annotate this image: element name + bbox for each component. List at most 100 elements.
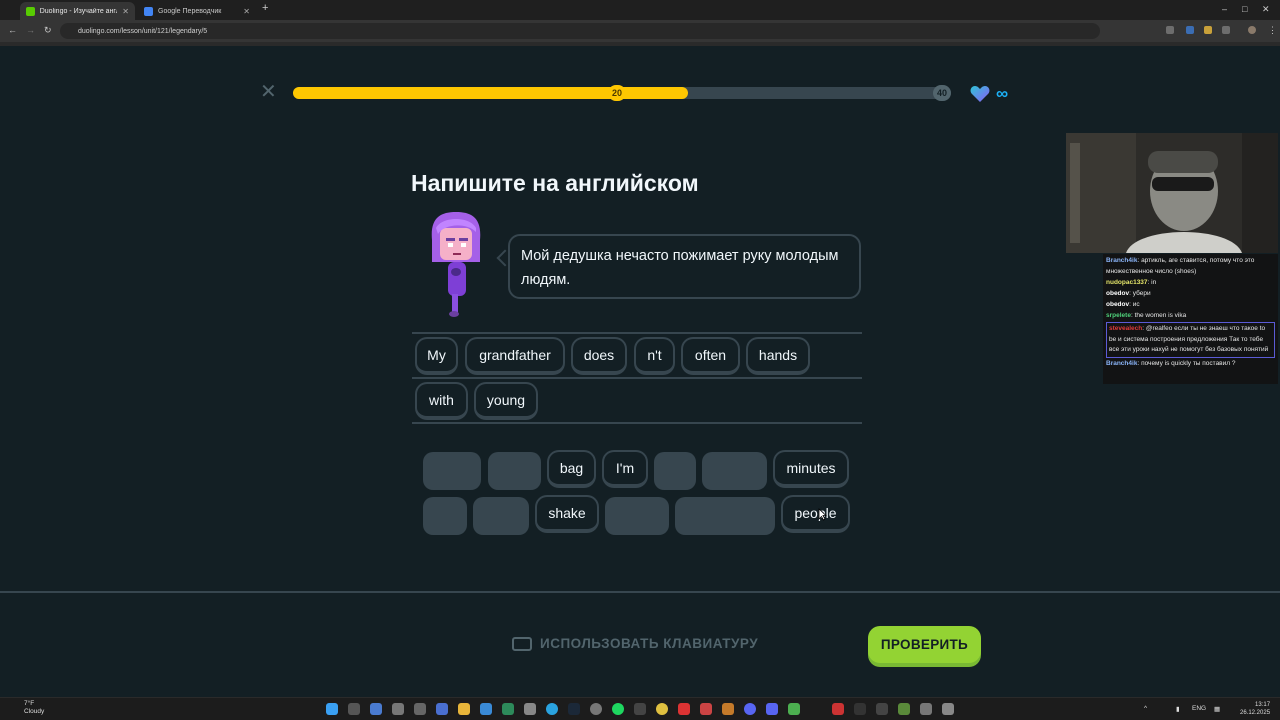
discord-icon[interactable] xyxy=(766,703,778,715)
bank-word-chip[interactable]: shake xyxy=(535,495,599,533)
chat-username: obedov xyxy=(1106,289,1130,297)
minecraft-icon[interactable] xyxy=(788,703,800,715)
progress-marker-goal: 40 xyxy=(933,85,951,101)
answer-word-chip[interactable]: grandfather xyxy=(465,337,565,375)
chat-text: ис xyxy=(1132,300,1140,308)
app-taskbar-icon[interactable] xyxy=(832,703,844,715)
weather-widget[interactable]: 7°F Cloudy xyxy=(8,700,44,716)
app-taskbar-icon[interactable] xyxy=(634,703,646,715)
used-word-slot xyxy=(423,452,481,490)
maximize-icon[interactable]: □ xyxy=(1242,4,1247,14)
language-indicator[interactable]: ENG xyxy=(1192,705,1206,712)
used-word-slot xyxy=(473,497,529,535)
progress-fill xyxy=(293,87,688,99)
tab-title: Duolingo - Изучайте англ xyxy=(39,7,118,15)
used-word-slot xyxy=(654,452,696,490)
app-taskbar-icon[interactable] xyxy=(898,703,910,715)
telegram-icon[interactable] xyxy=(546,703,558,715)
microphone-icon[interactable]: ▮ xyxy=(1176,705,1180,713)
search-icon[interactable] xyxy=(348,703,360,715)
tab-google-translate[interactable]: Google Переводчик ✕ xyxy=(138,2,256,20)
heart-icon xyxy=(970,86,990,102)
check-button[interactable]: ПРОВЕРИТЬ xyxy=(868,626,981,663)
close-lesson-icon[interactable]: ✕ xyxy=(260,82,277,102)
app-taskbar-icon[interactable] xyxy=(920,703,932,715)
bank-word-chip[interactable]: minutes xyxy=(773,450,849,488)
chat-username: Branch4ik xyxy=(1106,359,1138,367)
profile-avatar[interactable] xyxy=(1248,26,1256,34)
new-tab-button[interactable]: + xyxy=(262,2,268,14)
app-taskbar-icon[interactable] xyxy=(502,703,514,715)
exercise-title: Напишите на английском xyxy=(411,170,699,196)
close-window-icon[interactable]: ✕ xyxy=(1262,4,1270,15)
close-tab-icon[interactable]: ✕ xyxy=(122,7,129,16)
extensions-puzzle-icon[interactable] xyxy=(1222,26,1230,34)
app-taskbar-icon[interactable] xyxy=(700,703,712,715)
steam-icon[interactable] xyxy=(568,703,580,715)
bank-word-chip[interactable]: bag xyxy=(547,450,596,488)
chat-username: srpelete xyxy=(1106,311,1131,319)
chat-message: obedov: убери xyxy=(1106,289,1275,300)
app-taskbar-icon[interactable] xyxy=(480,703,492,715)
chat-message: stevealech: @realfeo если ты не знаеш чт… xyxy=(1106,322,1275,358)
tab-duolingo[interactable]: Duolingo - Изучайте англ ✕ xyxy=(20,2,135,20)
chrome-icon[interactable] xyxy=(656,703,668,715)
file-explorer-icon[interactable] xyxy=(458,703,470,715)
windows-start-icon[interactable] xyxy=(326,703,338,715)
browser-divider xyxy=(0,42,1280,46)
app-taskbar-icon[interactable] xyxy=(678,703,690,715)
forward-icon[interactable]: → xyxy=(26,25,35,35)
answer-word-chip[interactable]: young xyxy=(474,382,538,420)
app-taskbar-icon[interactable] xyxy=(854,703,866,715)
answer-word-chip[interactable]: often xyxy=(681,337,740,375)
app-taskbar-icon[interactable] xyxy=(524,703,536,715)
spotify-icon[interactable] xyxy=(612,703,624,715)
answer-word-chip[interactable]: hands xyxy=(746,337,810,375)
terminal-icon[interactable] xyxy=(876,703,888,715)
duolingo-favicon-icon xyxy=(26,6,35,16)
clock-time: 13:17 xyxy=(1255,702,1271,708)
app-taskbar-icon[interactable] xyxy=(722,703,734,715)
clock[interactable]: 13:17 26.12.2025 xyxy=(1240,701,1270,717)
app-taskbar-icon[interactable] xyxy=(744,703,756,715)
hearts-count: ∞ xyxy=(996,84,1009,103)
menu-kebab-icon[interactable]: ⋮ xyxy=(1268,25,1277,36)
answer-word-chip[interactable]: My xyxy=(415,337,458,375)
answer-word-chip[interactable]: with xyxy=(415,382,468,420)
address-bar-row: ← → ↻ duolingo.com/lesson/unit/121/legen… xyxy=(0,20,1280,42)
weather-temp: 7°F xyxy=(24,700,35,707)
chat-text: убери xyxy=(1132,289,1151,297)
url-text: duolingo.com/lesson/unit/121/legendary/5 xyxy=(78,27,208,35)
back-icon[interactable]: ← xyxy=(8,25,17,35)
keyboard-icon xyxy=(512,636,532,651)
answer-word-chip[interactable]: n't xyxy=(634,337,675,375)
app-taskbar-icon[interactable] xyxy=(370,703,382,715)
app-taskbar-icon[interactable] xyxy=(414,703,426,715)
answer-line xyxy=(412,422,862,424)
webcam-overlay xyxy=(1066,133,1278,253)
app-taskbar-icon[interactable] xyxy=(590,703,602,715)
reload-icon[interactable]: ↻ xyxy=(44,25,52,36)
extension-icon[interactable] xyxy=(1166,26,1174,34)
answer-area: My grandfather does n't often hands with… xyxy=(412,332,862,424)
extension-icon[interactable] xyxy=(1186,26,1194,34)
network-icon[interactable]: ▦ xyxy=(1214,705,1220,713)
weather-desc: Cloudy xyxy=(24,708,45,715)
bank-word-chip[interactable]: people xyxy=(781,495,850,533)
chat-username: Branch4ik xyxy=(1106,257,1138,264)
close-tab-icon[interactable]: ✕ xyxy=(243,7,250,16)
use-keyboard-button[interactable]: ИСПОЛЬЗОВАТЬ КЛАВИАТУРУ xyxy=(512,636,758,651)
app-taskbar-icon[interactable] xyxy=(392,703,404,715)
settings-icon[interactable] xyxy=(942,703,954,715)
browser-tab-bar: Duolingo - Изучайте англ ✕ Google Перево… xyxy=(0,0,1280,20)
answer-word-chip[interactable]: does xyxy=(571,337,627,375)
used-word-slot xyxy=(702,452,767,490)
tray-chevron-icon[interactable]: ^ xyxy=(1144,705,1147,712)
url-field[interactable]: duolingo.com/lesson/unit/121/legendary/5 xyxy=(60,23,1100,39)
app-taskbar-icon[interactable] xyxy=(436,703,448,715)
footer-divider xyxy=(0,591,1280,593)
extension-icon[interactable] xyxy=(1204,26,1212,34)
character-lily-icon xyxy=(431,212,481,317)
bank-word-chip[interactable]: I'm xyxy=(602,450,648,488)
minimize-icon[interactable]: – xyxy=(1222,4,1227,14)
